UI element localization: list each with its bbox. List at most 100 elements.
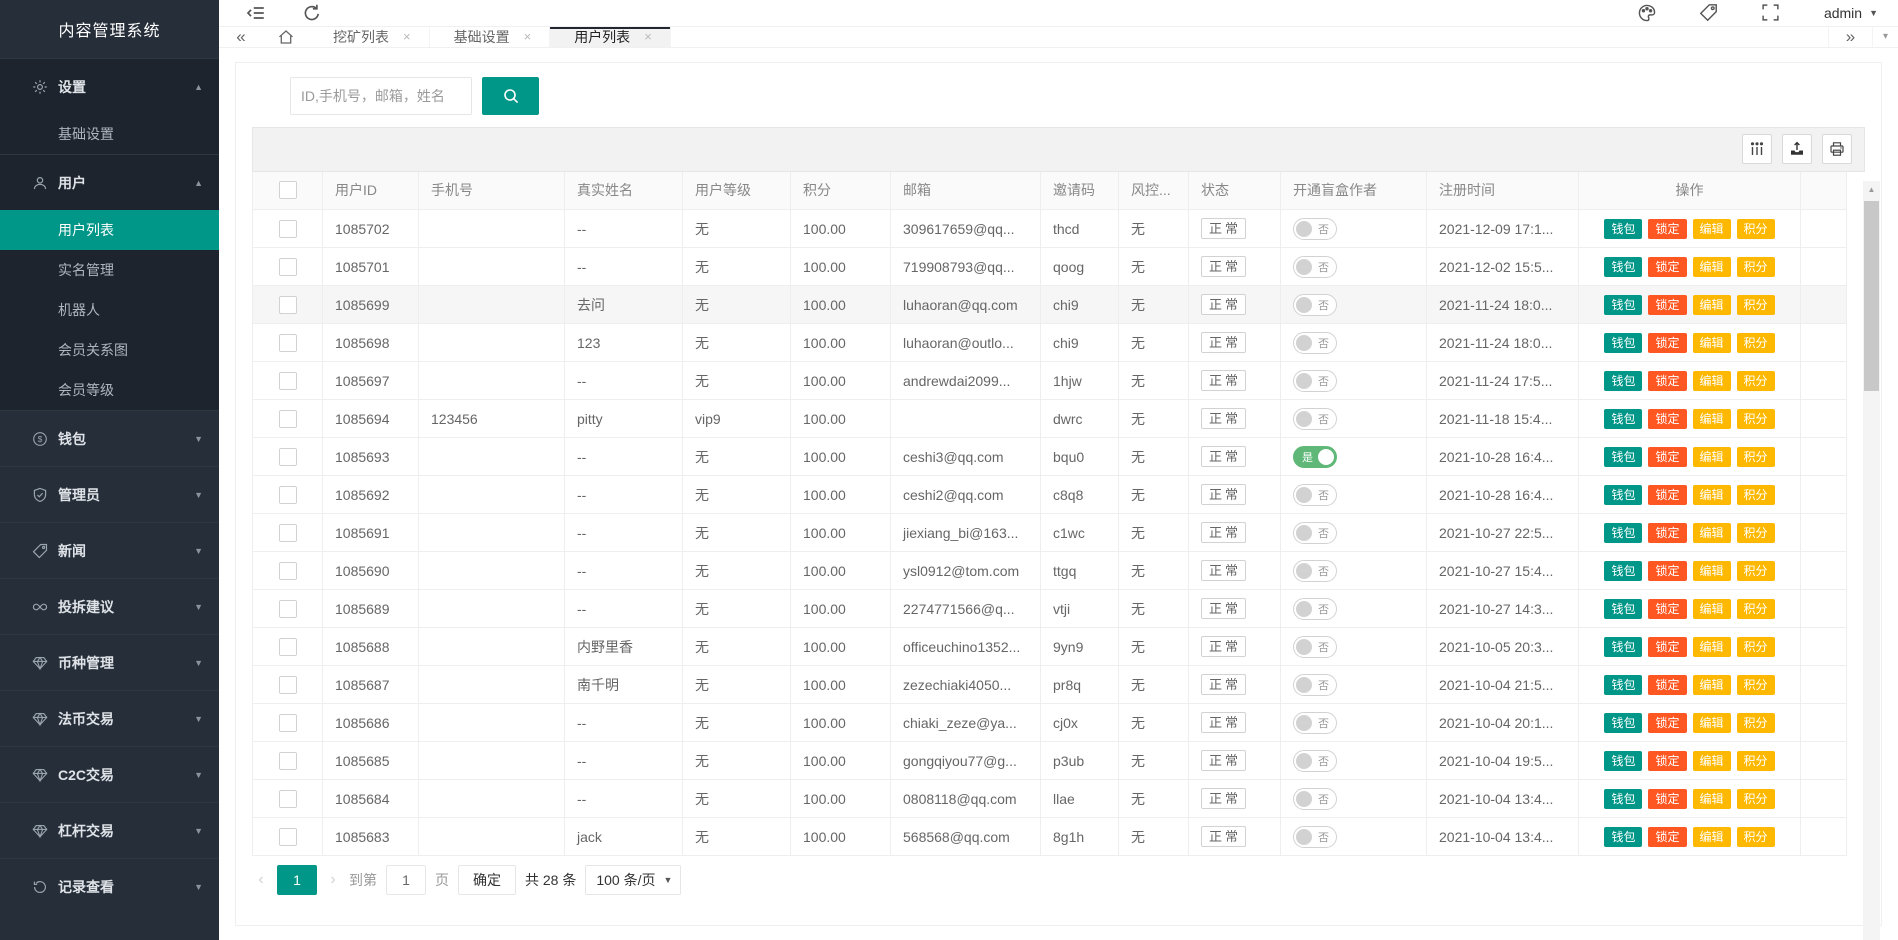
lock-button[interactable]: 锁定 bbox=[1648, 371, 1686, 391]
score-button[interactable]: 积分 bbox=[1737, 295, 1775, 315]
lock-button[interactable]: 锁定 bbox=[1648, 409, 1686, 429]
wallet-button[interactable]: 钱包 bbox=[1604, 751, 1642, 771]
lock-button[interactable]: 锁定 bbox=[1648, 333, 1686, 353]
user-menu[interactable]: admin ▼ bbox=[1824, 5, 1878, 21]
row-checkbox[interactable] bbox=[279, 600, 297, 618]
columns-icon[interactable] bbox=[1742, 134, 1772, 164]
edit-button[interactable]: 编辑 bbox=[1693, 637, 1731, 657]
blindbox-toggle[interactable]: 否 bbox=[1293, 788, 1337, 810]
sidebar-item-4[interactable]: 实名管理 bbox=[0, 250, 219, 290]
blindbox-toggle[interactable]: 否 bbox=[1293, 370, 1337, 392]
collapse-sidebar-icon[interactable] bbox=[245, 2, 267, 24]
wallet-button[interactable]: 钱包 bbox=[1604, 219, 1642, 239]
scroll-up-icon[interactable]: ▲ bbox=[1863, 181, 1880, 198]
edit-button[interactable]: 编辑 bbox=[1693, 523, 1731, 543]
lock-button[interactable]: 锁定 bbox=[1648, 751, 1686, 771]
edit-button[interactable]: 编辑 bbox=[1693, 751, 1731, 771]
score-button[interactable]: 积分 bbox=[1737, 675, 1775, 695]
blindbox-toggle[interactable]: 否 bbox=[1293, 294, 1337, 316]
edit-button[interactable]: 编辑 bbox=[1693, 409, 1731, 429]
blindbox-toggle[interactable]: 否 bbox=[1293, 332, 1337, 354]
blindbox-toggle[interactable]: 否 bbox=[1293, 674, 1337, 696]
lock-button[interactable]: 锁定 bbox=[1648, 523, 1686, 543]
print-icon[interactable] bbox=[1822, 134, 1852, 164]
edit-button[interactable]: 编辑 bbox=[1693, 827, 1731, 847]
wallet-button[interactable]: 钱包 bbox=[1604, 561, 1642, 581]
tabs-scroll-left-icon[interactable]: « bbox=[219, 27, 263, 47]
tag-icon[interactable] bbox=[1698, 2, 1720, 24]
tabs-menu-icon[interactable]: ▾ bbox=[1872, 27, 1898, 47]
lock-button[interactable]: 锁定 bbox=[1648, 447, 1686, 467]
sidebar-item-6[interactable]: 会员关系图 bbox=[0, 330, 219, 370]
sidebar-section-2[interactable]: 用户▲ bbox=[0, 154, 219, 210]
blindbox-toggle[interactable]: 否 bbox=[1293, 636, 1337, 658]
row-checkbox[interactable] bbox=[279, 714, 297, 732]
tab-0[interactable]: 挖矿列表× bbox=[309, 27, 430, 47]
edit-button[interactable]: 编辑 bbox=[1693, 485, 1731, 505]
edit-button[interactable]: 编辑 bbox=[1693, 219, 1731, 239]
tab-1[interactable]: 基础设置× bbox=[430, 27, 551, 47]
lock-button[interactable]: 锁定 bbox=[1648, 257, 1686, 277]
row-checkbox[interactable] bbox=[279, 562, 297, 580]
close-icon[interactable]: × bbox=[524, 29, 532, 44]
tabs-scroll-right-icon[interactable]: » bbox=[1828, 27, 1872, 47]
edit-button[interactable]: 编辑 bbox=[1693, 371, 1731, 391]
score-button[interactable]: 积分 bbox=[1737, 713, 1775, 733]
score-button[interactable]: 积分 bbox=[1737, 257, 1775, 277]
score-button[interactable]: 积分 bbox=[1737, 637, 1775, 657]
lock-button[interactable]: 锁定 bbox=[1648, 295, 1686, 315]
sidebar-section-14[interactable]: C2C交易▼ bbox=[0, 746, 219, 802]
score-button[interactable]: 积分 bbox=[1737, 599, 1775, 619]
edit-button[interactable]: 编辑 bbox=[1693, 789, 1731, 809]
lock-button[interactable]: 锁定 bbox=[1648, 219, 1686, 239]
refresh-icon[interactable] bbox=[301, 2, 323, 24]
wallet-button[interactable]: 钱包 bbox=[1604, 257, 1642, 277]
row-checkbox[interactable] bbox=[279, 258, 297, 276]
edit-button[interactable]: 编辑 bbox=[1693, 713, 1731, 733]
wallet-button[interactable]: 钱包 bbox=[1604, 295, 1642, 315]
row-checkbox[interactable] bbox=[279, 372, 297, 390]
row-checkbox[interactable] bbox=[279, 828, 297, 846]
blindbox-toggle[interactable]: 否 bbox=[1293, 826, 1337, 848]
blindbox-toggle[interactable]: 否 bbox=[1293, 484, 1337, 506]
edit-button[interactable]: 编辑 bbox=[1693, 675, 1731, 695]
blindbox-toggle[interactable]: 否 bbox=[1293, 218, 1337, 240]
wallet-button[interactable]: 钱包 bbox=[1604, 371, 1642, 391]
row-checkbox[interactable] bbox=[279, 334, 297, 352]
confirm-button[interactable]: 确定 bbox=[458, 865, 516, 895]
edit-button[interactable]: 编辑 bbox=[1693, 561, 1731, 581]
lock-button[interactable]: 锁定 bbox=[1648, 599, 1686, 619]
blindbox-toggle[interactable]: 否 bbox=[1293, 256, 1337, 278]
lock-button[interactable]: 锁定 bbox=[1648, 789, 1686, 809]
table-scrollbar[interactable]: ▲ bbox=[1863, 181, 1880, 940]
row-checkbox[interactable] bbox=[279, 486, 297, 504]
wallet-button[interactable]: 钱包 bbox=[1604, 333, 1642, 353]
score-button[interactable]: 积分 bbox=[1737, 409, 1775, 429]
export-icon[interactable] bbox=[1782, 134, 1812, 164]
row-checkbox[interactable] bbox=[279, 638, 297, 656]
score-button[interactable]: 积分 bbox=[1737, 561, 1775, 581]
row-checkbox[interactable] bbox=[279, 448, 297, 466]
row-checkbox[interactable] bbox=[279, 524, 297, 542]
page-prev-icon[interactable]: ‹ bbox=[254, 871, 268, 889]
sidebar-section-9[interactable]: 管理员▼ bbox=[0, 466, 219, 522]
score-button[interactable]: 积分 bbox=[1737, 371, 1775, 391]
wallet-button[interactable]: 钱包 bbox=[1604, 447, 1642, 467]
blindbox-toggle[interactable]: 否 bbox=[1293, 598, 1337, 620]
sidebar-item-7[interactable]: 会员等级 bbox=[0, 370, 219, 410]
row-checkbox[interactable] bbox=[279, 220, 297, 238]
edit-button[interactable]: 编辑 bbox=[1693, 333, 1731, 353]
current-page[interactable]: 1 bbox=[277, 865, 317, 895]
blindbox-toggle[interactable]: 否 bbox=[1293, 712, 1337, 734]
sidebar-section-13[interactable]: 法币交易▼ bbox=[0, 690, 219, 746]
edit-button[interactable]: 编辑 bbox=[1693, 257, 1731, 277]
score-button[interactable]: 积分 bbox=[1737, 523, 1775, 543]
sidebar-item-5[interactable]: 机器人 bbox=[0, 290, 219, 330]
score-button[interactable]: 积分 bbox=[1737, 333, 1775, 353]
score-button[interactable]: 积分 bbox=[1737, 789, 1775, 809]
close-icon[interactable]: × bbox=[403, 29, 411, 44]
lock-button[interactable]: 锁定 bbox=[1648, 637, 1686, 657]
sidebar-section-12[interactable]: 币种管理▼ bbox=[0, 634, 219, 690]
select-all-checkbox[interactable] bbox=[279, 181, 297, 199]
sidebar-section-10[interactable]: 新闻▼ bbox=[0, 522, 219, 578]
